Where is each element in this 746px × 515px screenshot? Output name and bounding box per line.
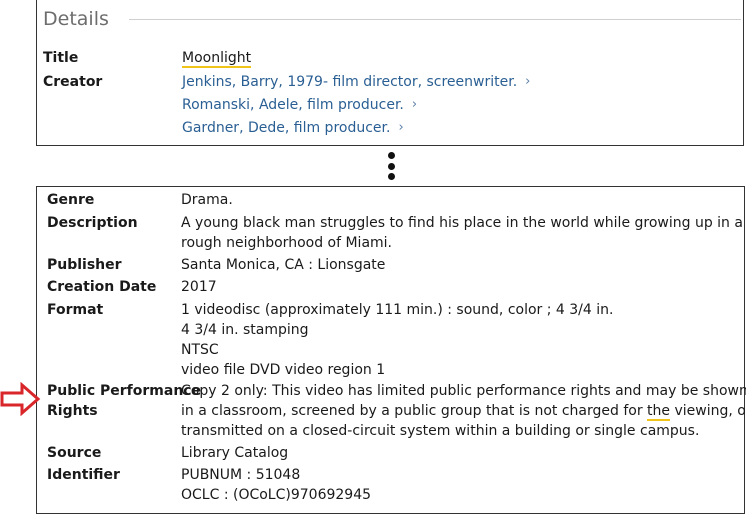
creation-date-value: 2017 — [181, 279, 217, 295]
publisher-label: Publisher — [47, 257, 122, 273]
format-line: NTSC — [181, 342, 219, 358]
format-label: Format — [47, 302, 104, 318]
details-header: Details — [43, 8, 741, 30]
description-line: A young black man struggles to find his … — [181, 215, 743, 231]
chevron-right-icon[interactable]: › — [398, 118, 403, 138]
creator-item[interactable]: Jenkins, Barry, 1979- film director, scr… — [182, 72, 530, 93]
vertical-ellipsis-icon — [388, 152, 396, 182]
title-label: Title — [43, 50, 79, 66]
chevron-right-icon[interactable]: › — [412, 95, 417, 115]
chevron-right-icon[interactable]: › — [525, 72, 530, 92]
creator-item[interactable]: Gardner, Dede, film producer. › — [182, 118, 404, 139]
genre-label: Genre — [47, 192, 95, 208]
details-heading: Details — [43, 8, 109, 30]
public-performance-rights-label: Public Performance Rights — [47, 383, 202, 419]
red-arrow-icon — [0, 382, 41, 416]
title-value: Moonlight — [182, 50, 252, 68]
creator-link[interactable]: Romanski, Adele, film producer. — [182, 97, 404, 113]
format-line: video file DVD video region 1 — [181, 362, 386, 378]
rights-line: Copy 2 only: This video has limited publ… — [181, 383, 746, 399]
identifier-label: Identifier — [47, 467, 120, 483]
details-panel-top: Details Title Moonlight Creator Jenkins,… — [36, 0, 744, 146]
creator-item[interactable]: Romanski, Adele, film producer. › — [182, 95, 417, 116]
title-value-wrap: Moonlight — [182, 48, 252, 68]
details-panel-bottom: Genre Drama. Description A young black m… — [36, 186, 746, 514]
highlighted-word: the — [647, 403, 671, 421]
rights-line: in a classroom, screened by a public gro… — [181, 403, 746, 421]
creator-link[interactable]: Jenkins, Barry, 1979- film director, scr… — [182, 74, 517, 90]
details-divider — [128, 18, 741, 20]
source-label: Source — [47, 445, 102, 461]
genre-value: Drama. — [181, 192, 233, 208]
identifier-value: OCLC : (OCoLC)970692945 — [181, 487, 372, 503]
identifier-value: PUBNUM : 51048 — [181, 467, 301, 483]
format-line: 1 videodisc (approximately 111 min.) : s… — [181, 302, 614, 318]
description-label: Description — [47, 215, 138, 231]
creator-link[interactable]: Gardner, Dede, film producer. — [182, 120, 390, 136]
publisher-value: Santa Monica, CA : Lionsgate — [181, 257, 386, 273]
creator-label: Creator — [43, 74, 103, 90]
rights-line: transmitted on a closed-circuit system w… — [181, 423, 700, 439]
creation-date-label: Creation Date — [47, 279, 157, 295]
creator-item-cutoff — [182, 140, 186, 145]
description-line: rough neighborhood of Miami. — [181, 235, 393, 251]
source-value: Library Catalog — [181, 445, 289, 461]
format-line: 4 3/4 in. stamping — [181, 322, 309, 338]
